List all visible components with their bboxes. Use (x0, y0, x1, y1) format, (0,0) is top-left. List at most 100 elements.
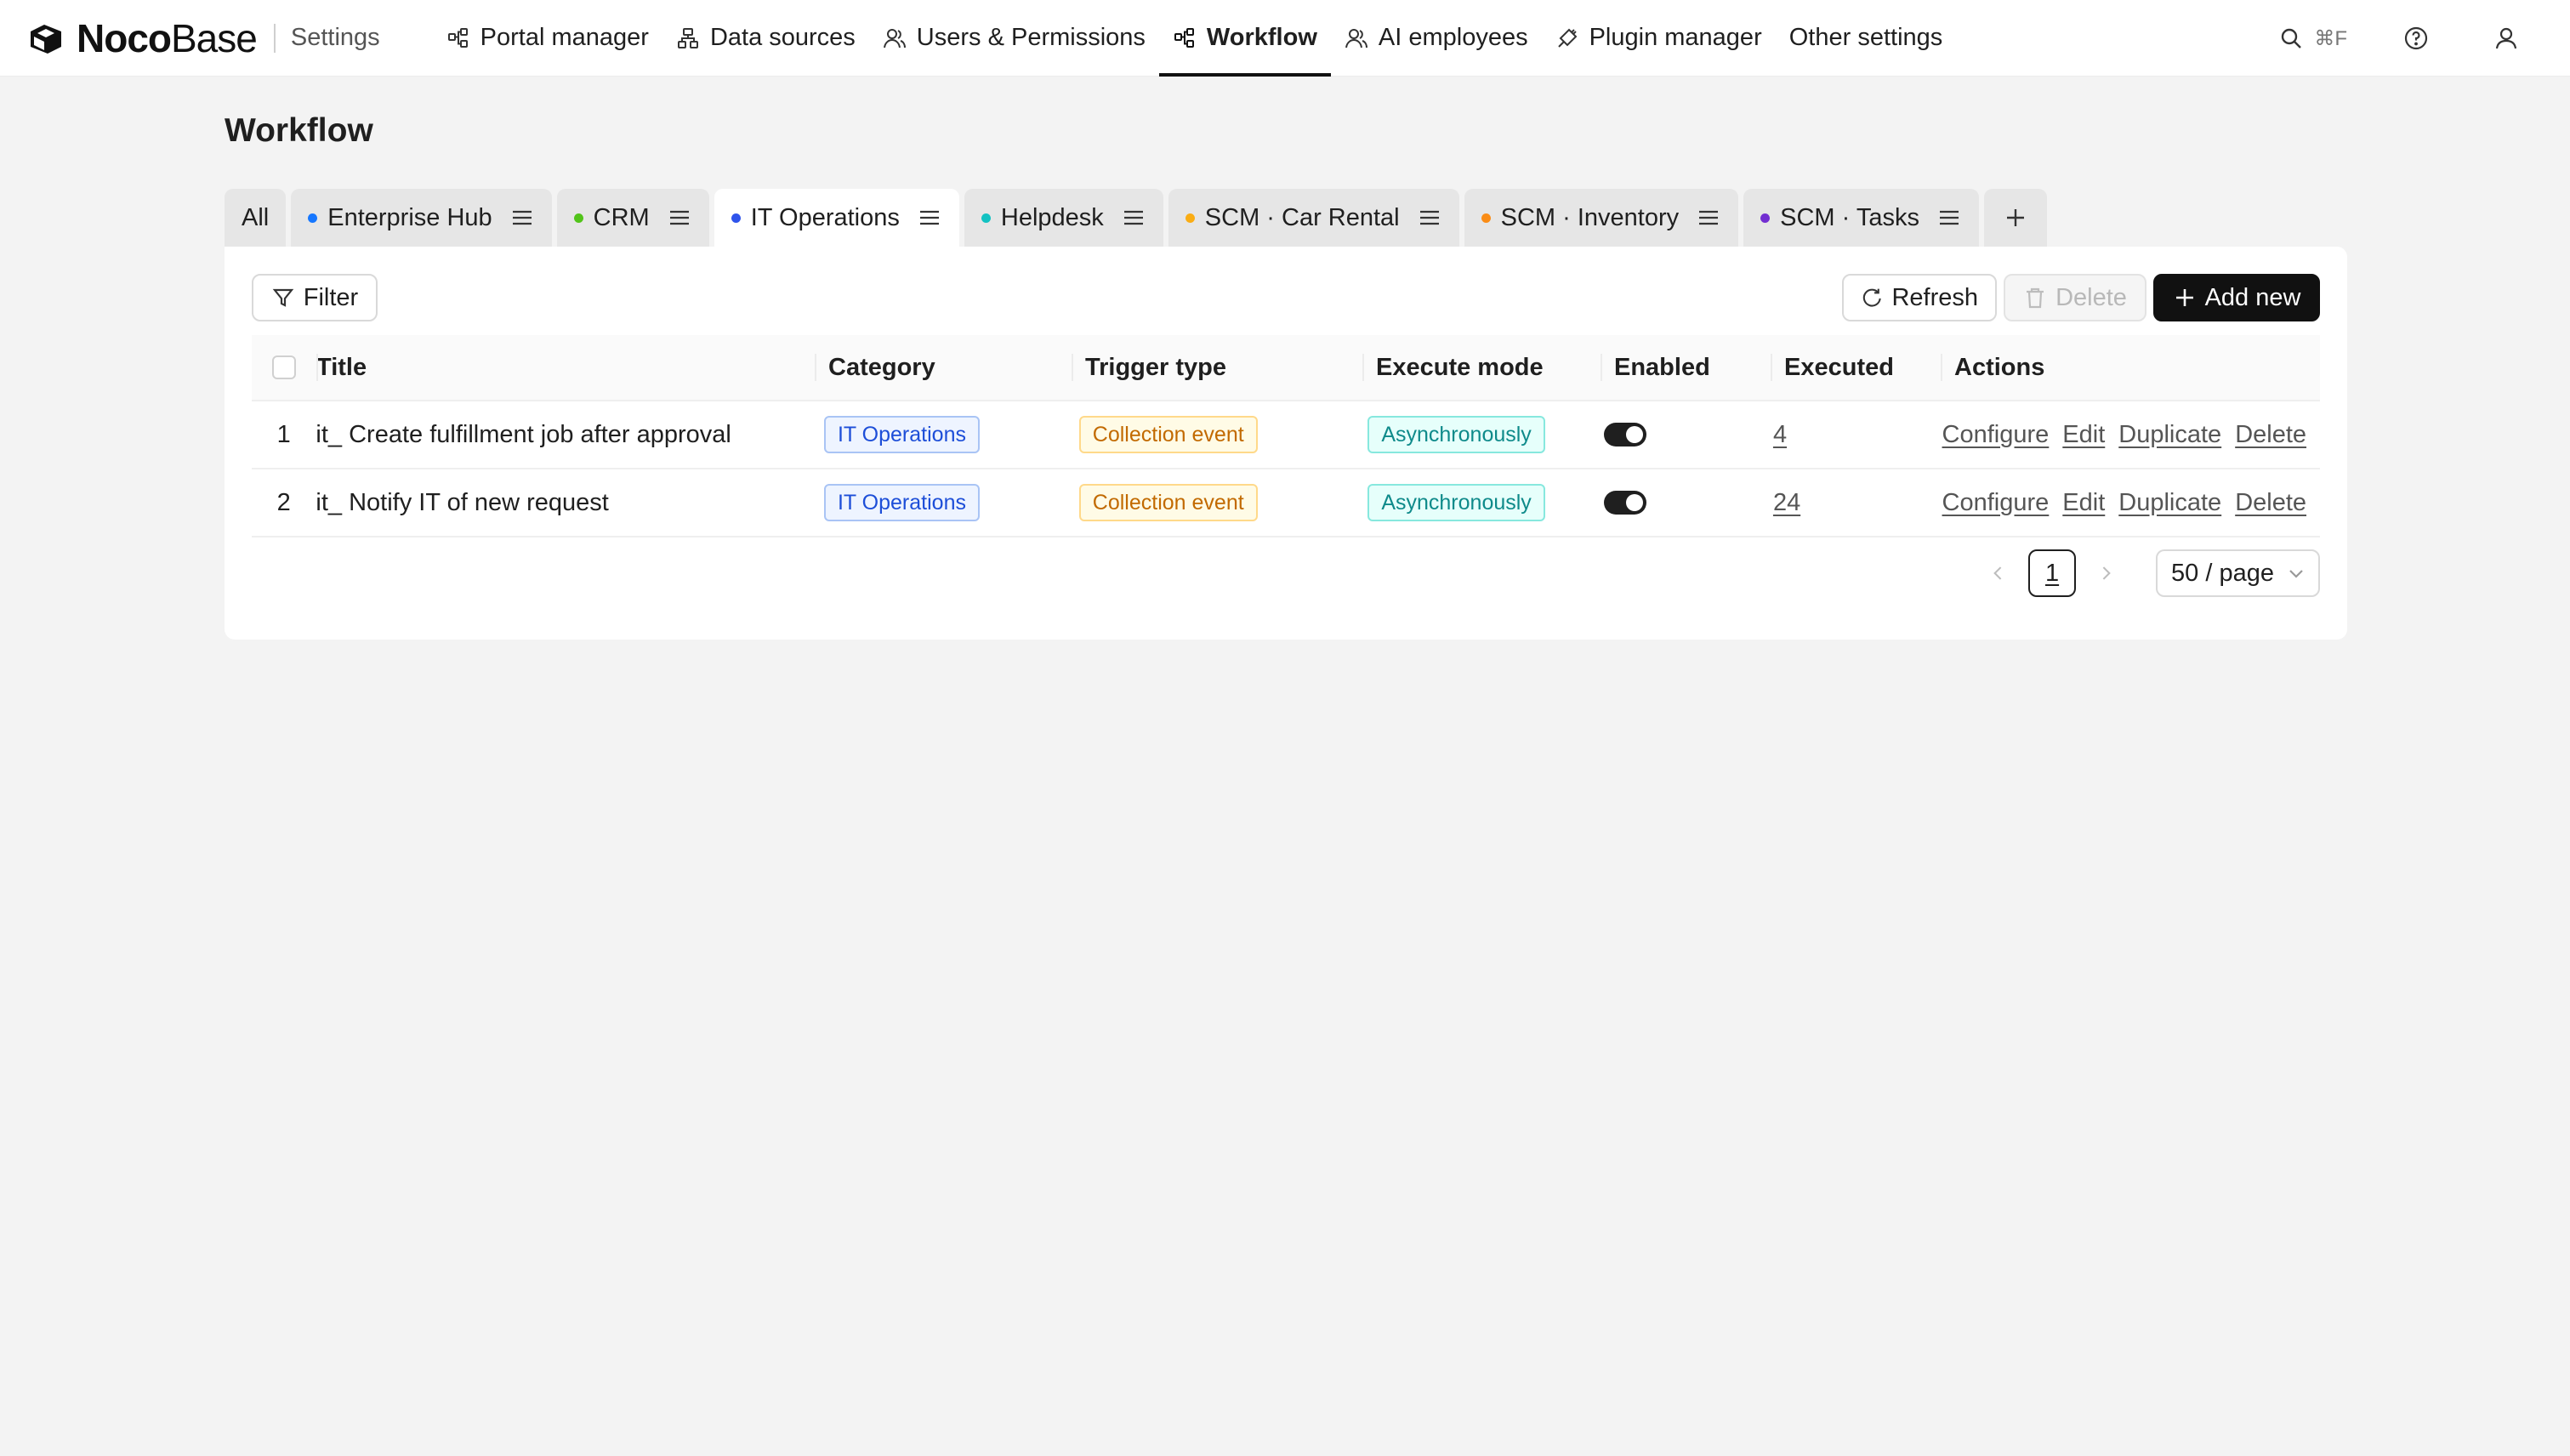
tab-label: CRM (593, 203, 650, 231)
category-tabs: All Enterprise Hub CRM IT Operations Hel… (225, 189, 2052, 247)
category-dot (308, 213, 318, 223)
help-button[interactable] (2402, 24, 2431, 53)
row-index: 1 (276, 420, 291, 448)
add-new-button[interactable]: Add new (2153, 274, 2320, 321)
page-size-select[interactable]: 50 / page (2156, 549, 2320, 597)
nav-label: Users & Permissions (916, 24, 1146, 51)
column-header-enabled[interactable]: Enabled (1601, 335, 1771, 400)
refresh-button[interactable]: Refresh (1842, 274, 1997, 321)
ai-employees-icon (1345, 28, 1367, 48)
page-title: Workflow (225, 112, 373, 149)
tab-all[interactable]: All (225, 189, 287, 247)
category-dot (731, 213, 741, 223)
executed-count-link[interactable]: 24 (1773, 489, 1800, 517)
column-header-execute-mode[interactable]: Execute mode (1362, 335, 1601, 400)
nav-plugin-manager[interactable]: Plugin manager (1542, 0, 1776, 77)
table-row[interactable]: 1 it_ Create fulfillment job after appro… (252, 401, 2320, 469)
duplicate-link[interactable]: Duplicate (2118, 489, 2221, 517)
settings-nav: Portal manager Data sources Users & Perm… (433, 0, 1957, 77)
chevron-left-icon (1993, 566, 2002, 580)
trigger-cell: Collection event (1066, 401, 1355, 468)
bulk-delete-button[interactable]: Delete (2004, 274, 2146, 321)
tab-menu-icon[interactable] (917, 205, 942, 230)
workflow-title: it_ Notify IT of new request (316, 488, 609, 516)
trigger-cell: Collection event (1066, 469, 1355, 536)
delete-link[interactable]: Delete (2235, 489, 2306, 517)
tab-helpdesk[interactable]: Helpdesk (964, 189, 1163, 247)
tab-menu-icon[interactable] (509, 205, 535, 230)
tab-menu-icon[interactable] (1936, 205, 1962, 230)
tab-label: Enterprise Hub (327, 203, 492, 231)
tab-menu-icon[interactable] (667, 205, 692, 230)
select-all-checkbox[interactable] (272, 355, 296, 379)
tab-scm-inventory[interactable]: SCM · Inventory (1464, 189, 1739, 247)
tab-menu-icon[interactable] (1121, 205, 1146, 230)
duplicate-link[interactable]: Duplicate (2118, 421, 2221, 449)
actions-cell: Configure Edit Duplicate Delete (1929, 469, 2320, 536)
page-size-value: 50 / page (2171, 559, 2274, 587)
nav-workflow[interactable]: Workflow (1158, 0, 1331, 77)
prev-page-button[interactable] (1986, 560, 2011, 586)
nav-other-settings[interactable]: Other settings (1776, 0, 1957, 77)
configure-link[interactable]: Configure (1942, 489, 2050, 517)
executed-cell: 4 (1760, 401, 1929, 468)
tab-scm-tasks[interactable]: SCM · Tasks (1743, 189, 1979, 247)
search-shortcut: ⌘F (2314, 26, 2347, 50)
delete-label: Delete (2055, 283, 2127, 311)
category-tag: IT Operations (823, 484, 980, 521)
global-search-button[interactable]: ⌘F (2278, 26, 2347, 51)
tab-menu-icon[interactable] (1417, 205, 1442, 230)
delete-link[interactable]: Delete (2235, 421, 2306, 449)
enabled-toggle[interactable] (1604, 491, 1647, 515)
executed-count-link[interactable]: 4 (1773, 421, 1787, 449)
add-category-tab[interactable] (1983, 189, 2047, 247)
edit-link[interactable]: Edit (2062, 489, 2105, 517)
workflow-list-card: Filter Refresh Delete Add new Title Cate… (225, 247, 2347, 640)
filter-icon (272, 288, 294, 307)
nav-label: Workflow (1206, 24, 1317, 51)
next-page-button[interactable] (2093, 560, 2118, 586)
logo-text-base: Base (171, 15, 258, 60)
settings-label: Settings (290, 24, 380, 51)
nav-data-sources[interactable]: Data sources (662, 0, 869, 77)
workflow-icon (1174, 27, 1194, 48)
logo-icon (31, 24, 61, 54)
user-icon (2495, 27, 2517, 49)
chevron-down-icon (2289, 570, 2303, 578)
filter-button[interactable]: Filter (252, 274, 378, 321)
enabled-toggle[interactable] (1604, 423, 1647, 446)
nav-label: Data sources (709, 24, 856, 51)
refresh-icon (1862, 288, 1881, 307)
execute-mode-tag: Asynchronously (1367, 484, 1545, 521)
tab-crm[interactable]: CRM (556, 189, 709, 247)
tab-menu-icon[interactable] (1696, 205, 1721, 230)
actions-cell: Configure Edit Duplicate Delete (1929, 401, 2320, 468)
page-number-button[interactable]: 1 (2028, 549, 2077, 597)
configure-link[interactable]: Configure (1942, 421, 2050, 449)
tab-scm-car-rental[interactable]: SCM · Car Rental (1168, 189, 1459, 247)
column-header-trigger-type[interactable]: Trigger type (1072, 335, 1362, 400)
logo-divider (273, 23, 276, 53)
add-new-label: Add new (2204, 283, 2301, 311)
category-tag: IT Operations (823, 416, 980, 453)
column-header-executed[interactable]: Executed (1771, 335, 1941, 400)
workflow-table: Title Category Trigger type Execute mode… (252, 335, 2320, 537)
user-menu-button[interactable] (2492, 24, 2521, 53)
portal-icon (447, 27, 468, 48)
trash-icon (2027, 287, 2044, 309)
tab-enterprise-hub[interactable]: Enterprise Hub (291, 189, 552, 247)
category-dot (981, 213, 991, 223)
tab-it-operations[interactable]: IT Operations (714, 189, 959, 247)
column-header-title[interactable]: Title (316, 335, 815, 400)
category-cell: IT Operations (810, 469, 1066, 536)
nocobase-logo[interactable]: Noco Base Settings (26, 0, 380, 77)
nav-label: Portal manager (480, 24, 649, 51)
nav-users-permissions[interactable]: Users & Permissions (869, 0, 1159, 77)
logo-text-noco: Noco (77, 15, 172, 60)
nav-ai-employees[interactable]: AI employees (1331, 0, 1542, 77)
nav-portal-manager[interactable]: Portal manager (433, 0, 662, 77)
table-row[interactable]: 2 it_ Notify IT of new request IT Operat… (252, 469, 2320, 537)
edit-link[interactable]: Edit (2062, 421, 2105, 449)
column-header-category[interactable]: Category (815, 335, 1072, 400)
trigger-type-tag: Collection event (1078, 484, 1258, 521)
